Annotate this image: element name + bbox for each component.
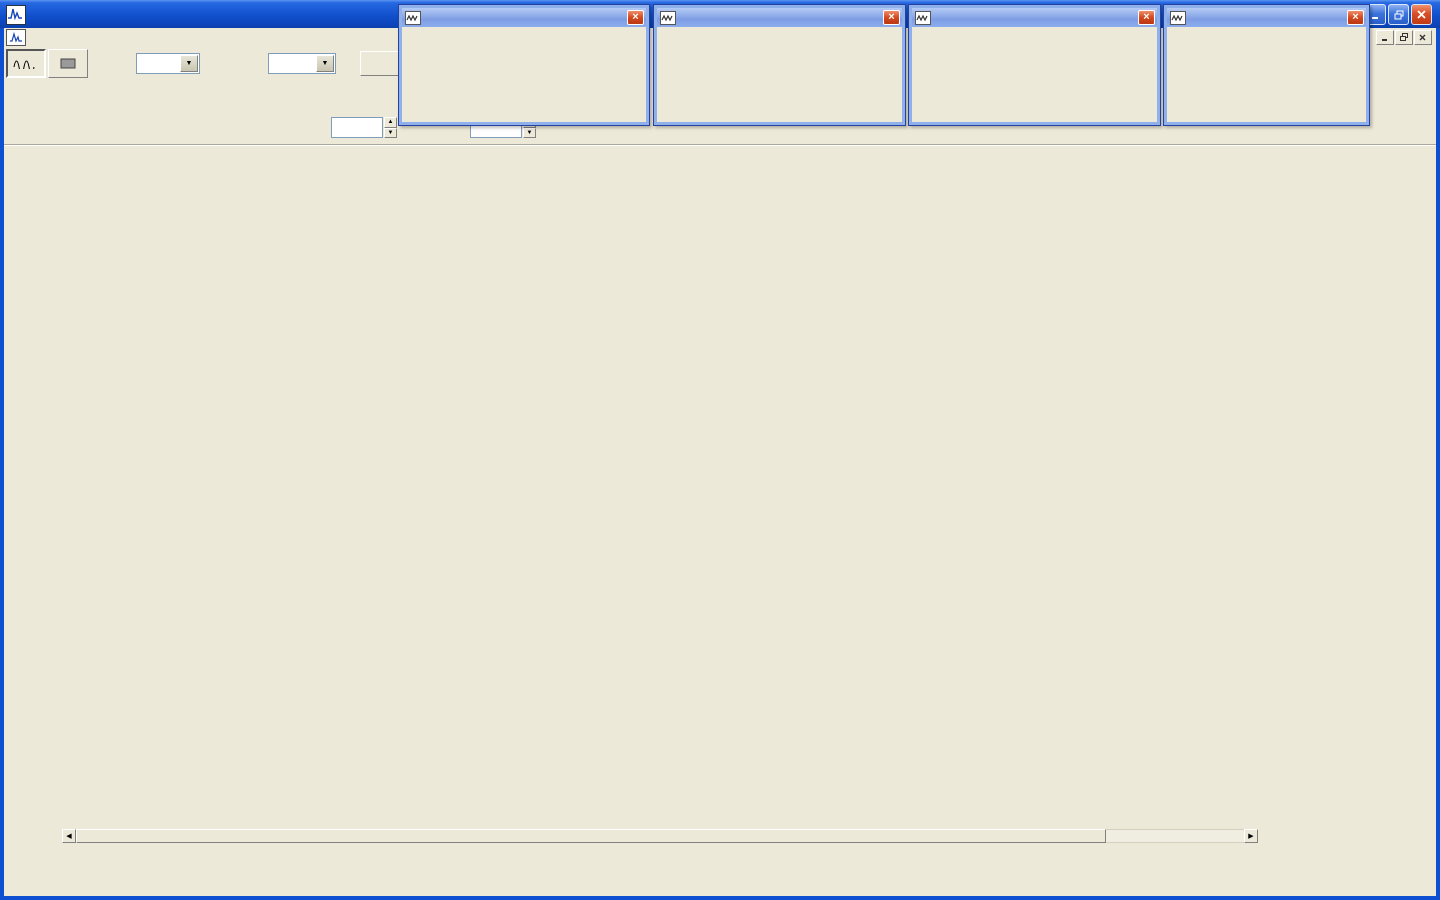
meter-window-peak-frequency[interactable]: × <box>908 4 1161 126</box>
window-border-bottom <box>0 896 1440 900</box>
plot-header-left-channel <box>0 146 1440 159</box>
mdi-minimize-button[interactable] <box>1376 30 1394 45</box>
close-icon[interactable]: × <box>1138 10 1155 25</box>
meter-readout <box>657 27 902 122</box>
stop-icon <box>60 58 76 69</box>
scrollbar-thumb[interactable] <box>76 829 1106 843</box>
meter-window-peak-amplitude[interactable]: × <box>653 4 906 126</box>
close-button[interactable] <box>1411 4 1432 25</box>
mdi-close-button[interactable] <box>1414 30 1432 45</box>
meter-window-titlebar[interactable]: × <box>912 8 1157 27</box>
window-border-left <box>0 28 4 900</box>
close-icon[interactable]: × <box>627 10 644 25</box>
meter-window-titlebar[interactable]: × <box>1167 8 1366 27</box>
plot-top-input[interactable] <box>331 117 383 138</box>
waveform-icon <box>1170 10 1186 25</box>
mdi-restore-button[interactable] <box>1395 30 1413 45</box>
meter-readout <box>402 27 646 122</box>
restore-button[interactable] <box>1388 4 1409 25</box>
stop-button[interactable] <box>48 49 88 78</box>
meter-window-total-pwr[interactable]: × <box>398 4 650 126</box>
peak-hold-select[interactable]: ▼ <box>268 53 336 74</box>
scroll-left-button[interactable]: ◀ <box>62 829 76 843</box>
plot-header-right-channel <box>0 490 1440 503</box>
meter-readout <box>912 27 1157 122</box>
chevron-down-icon[interactable]: ▼ <box>316 55 334 72</box>
avg-select[interactable]: ▼ <box>136 53 200 74</box>
meter-window-titlebar[interactable]: × <box>402 8 646 27</box>
chevron-down-icon[interactable]: ▼ <box>180 55 198 72</box>
run-button[interactable] <box>6 49 46 78</box>
mdi-controls <box>1375 30 1432 45</box>
meter-window-titlebar[interactable]: × <box>657 8 902 27</box>
scroll-right-button[interactable]: ▶ <box>1244 829 1258 843</box>
app-icon <box>6 5 26 25</box>
meter-window-thd[interactable]: × <box>1163 4 1370 126</box>
close-icon[interactable]: × <box>883 10 900 25</box>
application-window: ▼ ▼ ▲▼ ▲▼ <box>0 0 1440 900</box>
waveform-icon <box>405 10 421 25</box>
run-icon <box>13 60 35 69</box>
window-border-right <box>1436 28 1440 900</box>
mdi-document-icon[interactable] <box>6 29 26 46</box>
plot-top-stepper[interactable]: ▲ ▼ <box>384 117 397 138</box>
waveform-icon <box>915 10 931 25</box>
window-controls <box>1363 4 1432 25</box>
waveform-icon <box>660 10 676 25</box>
meter-readout <box>1167 27 1366 122</box>
close-icon[interactable]: × <box>1347 10 1364 25</box>
